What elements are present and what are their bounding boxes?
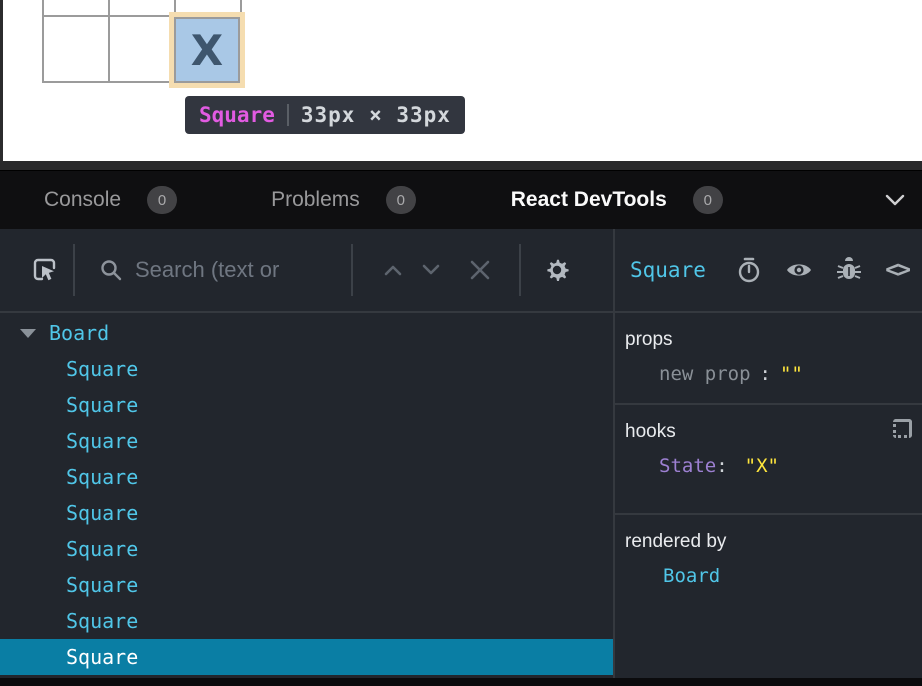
board-cell[interactable] <box>174 0 242 17</box>
tooltip-dimensions: 33px × 33px <box>301 103 451 127</box>
component-name: Square <box>66 537 138 561</box>
component-name: Square <box>66 609 138 633</box>
new-prop-input[interactable]: new prop <box>659 363 751 385</box>
tab-react-devtools[interactable]: React DevTools 0 <box>511 186 723 214</box>
search-input[interactable]: Search (text or <box>135 257 351 283</box>
search-icon <box>99 258 123 282</box>
tree-row-square[interactable]: Square <box>0 531 613 567</box>
board-cell-highlighted[interactable]: X <box>174 17 240 83</box>
tree-row-square-selected[interactable]: Square <box>0 639 613 675</box>
tab-label: Console <box>44 188 121 212</box>
chevron-down-icon[interactable] <box>884 193 906 207</box>
board-cell[interactable] <box>108 15 176 83</box>
props-section: props new prop : "" <box>615 313 922 405</box>
toolbar-divider <box>73 244 75 296</box>
components-tree: Board Square Square Square Square Square… <box>0 313 613 678</box>
hooks-title: hooks <box>625 421 922 443</box>
previous-match-icon[interactable] <box>382 262 404 278</box>
component-name: Square <box>66 393 138 417</box>
toolbar-divider <box>519 244 521 296</box>
tree-row-square[interactable]: Square <box>0 603 613 639</box>
tab-badge: 0 <box>386 186 416 214</box>
tab-badge: 0 <box>693 186 723 214</box>
view-source-icon[interactable]: <> <box>885 257 909 283</box>
devtools-main: Board Square Square Square Square Square… <box>0 313 922 678</box>
log-to-console-bug-icon[interactable] <box>836 257 862 283</box>
rendered-by-link[interactable]: Board <box>625 565 922 587</box>
hook-name: State <box>659 455 716 477</box>
suspense-toggle-icon[interactable] <box>736 256 762 284</box>
tree-row-square[interactable]: Square <box>0 495 613 531</box>
hook-value[interactable]: "X" <box>745 455 779 477</box>
app-page-area: X Square 33px × 33px <box>0 0 922 161</box>
expand-caret-icon[interactable] <box>20 329 36 338</box>
colon: : <box>760 363 771 385</box>
tree-row-square[interactable]: Square <box>0 567 613 603</box>
clear-search-icon[interactable] <box>467 257 493 283</box>
window-edge <box>0 0 3 161</box>
inspect-overlay-tooltip: Square 33px × 33px <box>185 96 465 134</box>
elements-toolbar: Search (text or <box>0 229 613 311</box>
window-bottom-edge <box>0 678 922 686</box>
selected-component-name: Square <box>630 258 706 282</box>
hooks-section: hooks State: "X" <box>615 405 922 515</box>
tree-row-board[interactable]: Board <box>0 315 613 351</box>
next-match-icon[interactable] <box>420 262 442 278</box>
prop-value[interactable]: "" <box>780 363 803 385</box>
tab-badge: 0 <box>147 186 177 214</box>
component-name: Square <box>66 645 138 669</box>
tab-label: Problems <box>271 188 360 212</box>
inspect-dom-eye-icon[interactable] <box>785 260 813 280</box>
component-name: Square <box>66 465 138 489</box>
tree-row-square[interactable]: Square <box>0 387 613 423</box>
component-name: Square <box>66 357 138 381</box>
component-details-panel: props new prop : "" hooks State: "X" ren… <box>615 313 922 678</box>
drawer-separator <box>0 161 922 171</box>
props-title: props <box>625 329 922 351</box>
tree-row-square[interactable]: Square <box>0 423 613 459</box>
component-name: Square <box>66 501 138 525</box>
tab-label: React DevTools <box>511 188 667 212</box>
tooltip-component-name: Square <box>199 103 275 127</box>
toolbar-divider <box>351 244 353 296</box>
tooltip-divider <box>287 104 289 126</box>
colon: : <box>716 455 727 477</box>
component-name: Board <box>49 321 109 345</box>
inspect-element-icon[interactable] <box>31 256 59 284</box>
tree-row-square[interactable]: Square <box>0 459 613 495</box>
tab-console[interactable]: Console 0 <box>44 186 177 214</box>
tab-problems[interactable]: Problems 0 <box>271 186 416 214</box>
rendered-by-section: rendered by Board <box>615 515 922 587</box>
tree-row-square[interactable]: Square <box>0 351 613 387</box>
selected-component-header: Square <box>615 229 922 311</box>
devtools-tab-bar: Console 0 Problems 0 React DevTools 0 <box>0 171 922 229</box>
gear-icon[interactable] <box>541 254 573 286</box>
board-cell[interactable] <box>42 15 110 83</box>
devtools-toolbar: Search (text or Square <box>0 229 922 313</box>
parse-hook-names-icon[interactable] <box>893 419 912 438</box>
rendered-by-title: rendered by <box>625 531 922 553</box>
component-name: Square <box>66 573 138 597</box>
component-name: Square <box>66 429 138 453</box>
